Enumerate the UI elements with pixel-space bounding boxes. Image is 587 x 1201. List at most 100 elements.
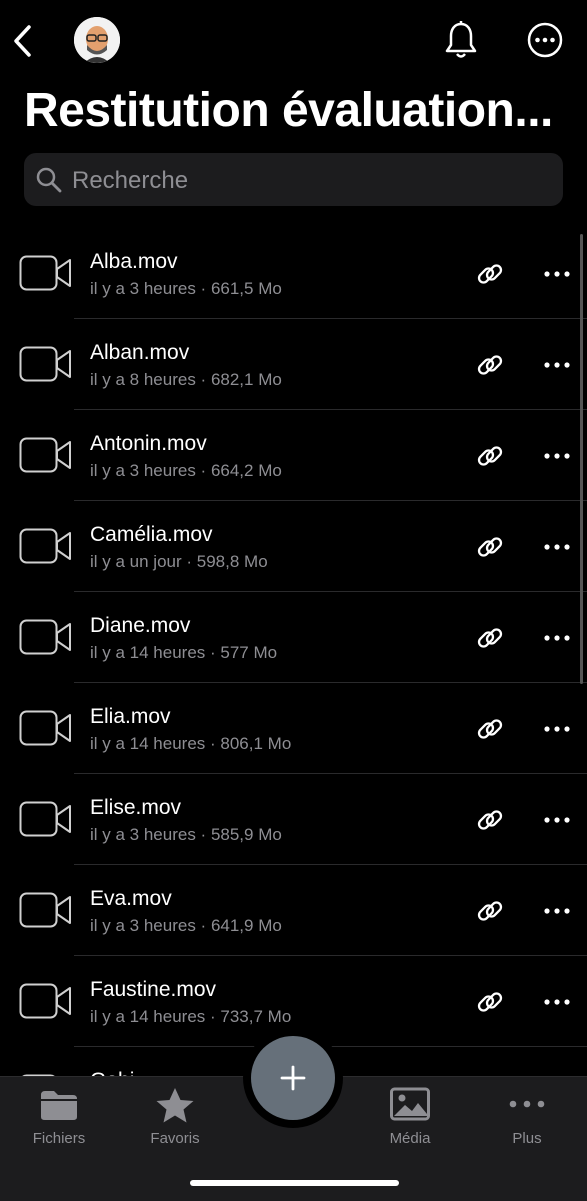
file-row[interactable]: Diane.mov il y a 14 heures · 577 Mo — [0, 592, 587, 683]
back-button[interactable] — [8, 22, 38, 60]
file-list: Alba.mov il y a 3 heures · 661,5 Mo Alban.… — [0, 228, 587, 1076]
file-meta: il y a 3 heures · 664,2 Mo — [90, 461, 282, 480]
tab-favorites-label: Favoris — [150, 1130, 200, 1147]
file-name: Diane.mov — [90, 614, 191, 637]
search-input[interactable] — [70, 153, 554, 208]
ellipsis-icon — [544, 726, 570, 732]
share-link-button[interactable] — [472, 347, 508, 383]
star-icon — [156, 1088, 194, 1123]
search-bar[interactable] — [24, 153, 563, 208]
video-file-icon — [19, 801, 71, 837]
ellipsis-circle-icon — [527, 22, 563, 58]
more-options-button[interactable] — [524, 19, 566, 61]
ellipsis-icon — [544, 453, 570, 459]
file-meta: il y a 14 heures · 806,1 Mo — [90, 734, 292, 753]
ellipsis-icon — [544, 817, 570, 823]
plus-icon — [280, 1065, 306, 1091]
file-meta: il y a 8 heures · 682,1 Mo — [90, 370, 282, 389]
file-more-button[interactable] — [538, 984, 576, 1020]
ellipsis-icon — [544, 999, 570, 1005]
file-meta: il y a 14 heures · 733,7 Mo — [90, 1007, 292, 1026]
tab-favorites[interactable]: Favoris — [125, 1077, 225, 1167]
share-link-button[interactable] — [472, 711, 508, 747]
bell-icon — [445, 21, 477, 58]
avatar[interactable] — [74, 17, 120, 63]
top-bar — [0, 0, 587, 80]
share-link-button[interactable] — [472, 438, 508, 474]
home-indicator — [190, 1180, 399, 1186]
search-icon — [36, 167, 62, 193]
file-name: Eva.mov — [90, 887, 172, 910]
share-link-button[interactable] — [472, 984, 508, 1020]
file-row[interactable]: Alban.mov il y a 8 heures · 682,1 Mo — [0, 319, 587, 410]
share-link-button[interactable] — [472, 620, 508, 656]
file-row[interactable]: Camélia.mov il y a un jour · 598,8 Mo — [0, 501, 587, 592]
avatar-icon — [74, 17, 120, 63]
video-file-icon — [19, 437, 71, 473]
link-icon — [477, 901, 503, 921]
file-more-button[interactable] — [538, 620, 576, 656]
file-more-button[interactable] — [538, 802, 576, 838]
ellipsis-icon — [509, 1100, 545, 1108]
file-name: Gabi... — [90, 1069, 152, 1076]
tab-more[interactable]: Plus — [477, 1077, 577, 1167]
scrollbar[interactable] — [580, 234, 583, 684]
file-name: Antonin.mov — [90, 432, 207, 455]
tab-media[interactable]: Média — [360, 1077, 460, 1167]
file-name: Alba.mov — [90, 250, 178, 273]
share-link-button[interactable] — [472, 802, 508, 838]
tab-files[interactable]: Fichiers — [9, 1077, 109, 1167]
share-link-button[interactable] — [472, 893, 508, 929]
notifications-button[interactable] — [440, 18, 482, 62]
ellipsis-icon — [544, 908, 570, 914]
share-link-button[interactable] — [472, 529, 508, 565]
file-row[interactable]: Antonin.mov il y a 3 heures · 664,2 Mo — [0, 410, 587, 501]
file-more-button[interactable] — [538, 347, 576, 383]
tab-media-label: Média — [389, 1130, 431, 1147]
ellipsis-icon — [544, 362, 570, 368]
page-title: Restitution évaluation... — [24, 84, 553, 137]
file-name: Faustine.mov — [90, 978, 217, 1001]
add-button[interactable] — [251, 1036, 335, 1120]
file-more-button[interactable] — [538, 438, 576, 474]
link-icon — [477, 264, 503, 284]
link-icon — [477, 537, 503, 557]
video-file-icon — [19, 528, 71, 564]
chevron-left-icon — [14, 25, 31, 57]
file-row[interactable]: Eva.mov il y a 3 heures · 641,9 Mo — [0, 865, 587, 956]
file-row[interactable]: Elise.mov il y a 3 heures · 585,9 Mo — [0, 774, 587, 865]
file-more-button[interactable] — [538, 256, 576, 292]
tab-more-label: Plus — [512, 1130, 542, 1147]
file-name: Camélia.mov — [90, 523, 213, 546]
ellipsis-icon — [544, 635, 570, 641]
file-meta: il y a un jour · 598,8 Mo — [90, 552, 268, 571]
ellipsis-icon — [544, 271, 570, 277]
file-name: Elia.mov — [90, 705, 171, 728]
file-name: Alban.mov — [90, 341, 190, 364]
file-meta: il y a 3 heures · 641,9 Mo — [90, 916, 282, 935]
video-file-icon — [19, 710, 71, 746]
video-file-icon — [19, 619, 71, 655]
share-link-button[interactable] — [472, 256, 508, 292]
file-more-button[interactable] — [538, 711, 576, 747]
file-more-button[interactable] — [538, 893, 576, 929]
file-row[interactable]: Elia.mov il y a 14 heures · 806,1 Mo — [0, 683, 587, 774]
video-file-icon — [19, 255, 71, 291]
link-icon — [477, 810, 503, 830]
file-meta: il y a 14 heures · 577 Mo — [90, 643, 278, 662]
link-icon — [477, 992, 503, 1012]
photo-icon — [390, 1087, 430, 1121]
link-icon — [477, 628, 503, 648]
link-icon — [477, 446, 503, 466]
folder-icon — [41, 1091, 77, 1120]
file-name: Elise.mov — [90, 796, 182, 819]
ellipsis-icon — [544, 544, 570, 550]
tab-files-label: Fichiers — [32, 1130, 86, 1147]
video-file-icon — [19, 346, 71, 382]
video-file-icon — [19, 983, 71, 1019]
file-more-button[interactable] — [538, 529, 576, 565]
file-meta: il y a 3 heures · 585,9 Mo — [90, 825, 282, 844]
file-meta: il y a 3 heures · 661,5 Mo — [90, 279, 282, 298]
file-row[interactable]: Alba.mov il y a 3 heures · 661,5 Mo — [0, 228, 587, 319]
link-icon — [477, 719, 503, 739]
